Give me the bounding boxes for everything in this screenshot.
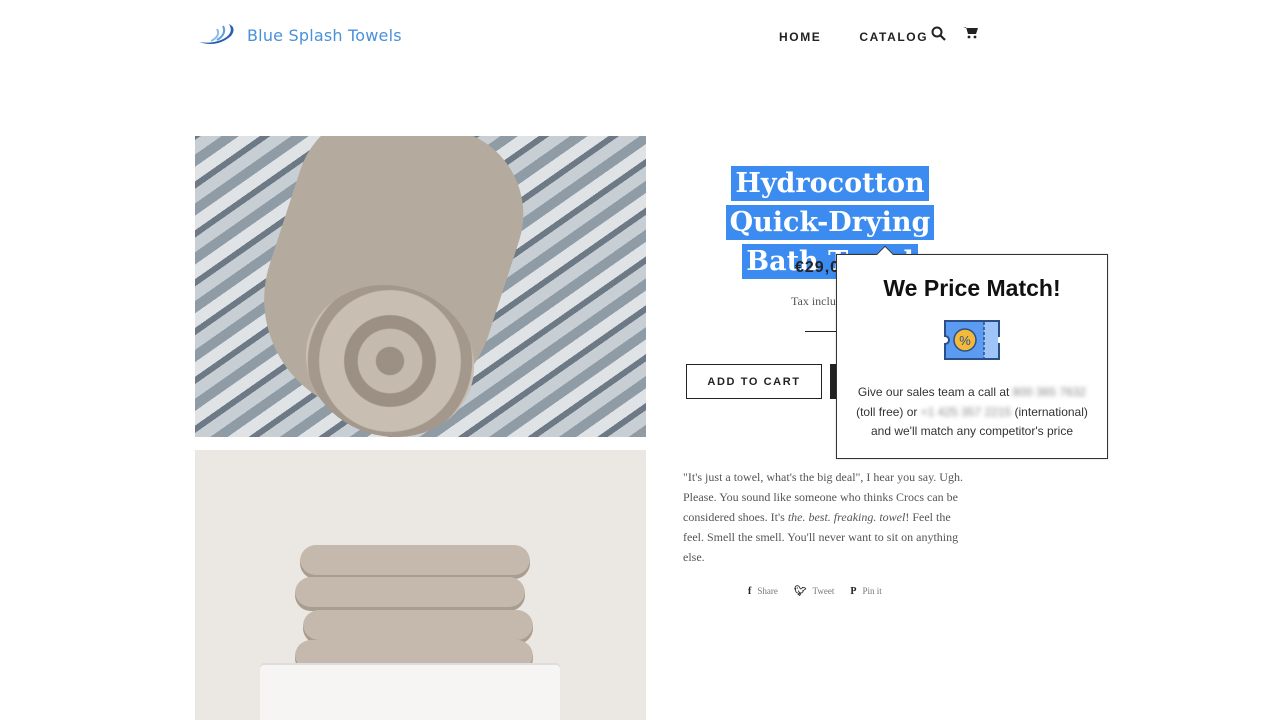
twitter-icon: 🐦︎ [793,586,807,597]
search-icon[interactable] [931,26,946,41]
logo[interactable]: Blue Splash Towels [197,22,402,48]
main-nav: HOME CATALOG [779,26,978,44]
price-match-popup: We Price Match! % Give our sales team a … [836,254,1108,459]
nav-catalog[interactable]: CATALOG [859,30,928,44]
product-image-stacked-towels[interactable] [195,450,646,720]
product-image-rolled-towel[interactable] [195,136,646,437]
popup-title: We Price Match! [883,275,1061,301]
social-share: f Share 🐦︎ Tweet P Pin it [748,586,882,597]
nav-home[interactable]: HOME [779,30,821,44]
share-facebook[interactable]: f Share [748,586,778,597]
product-description: "It's just a towel, what's the big deal"… [683,470,963,564]
product-price: €29,0 [795,259,841,276]
facebook-icon: f [748,586,752,597]
add-to-cart-button[interactable]: ADD TO CART [686,364,822,399]
discount-coupon-icon: % [944,320,1000,360]
phone-toll-free[interactable]: 800 365 7632 [1013,385,1086,399]
wave-logo-icon [199,24,234,44]
share-pinterest[interactable]: P Pin it [850,586,881,597]
svg-text:%: % [959,333,971,348]
popup-message: Give our sales team a call at 800 365 76… [856,385,1088,438]
phone-international[interactable]: +1 425 357 2215 [921,405,1011,419]
logo-text: Blue Splash Towels [247,25,402,45]
tax-note: Tax inclu [791,294,836,308]
share-twitter[interactable]: 🐦︎ Tweet [794,586,835,597]
cart-icon[interactable] [963,26,978,39]
pinterest-icon: P [850,586,857,597]
